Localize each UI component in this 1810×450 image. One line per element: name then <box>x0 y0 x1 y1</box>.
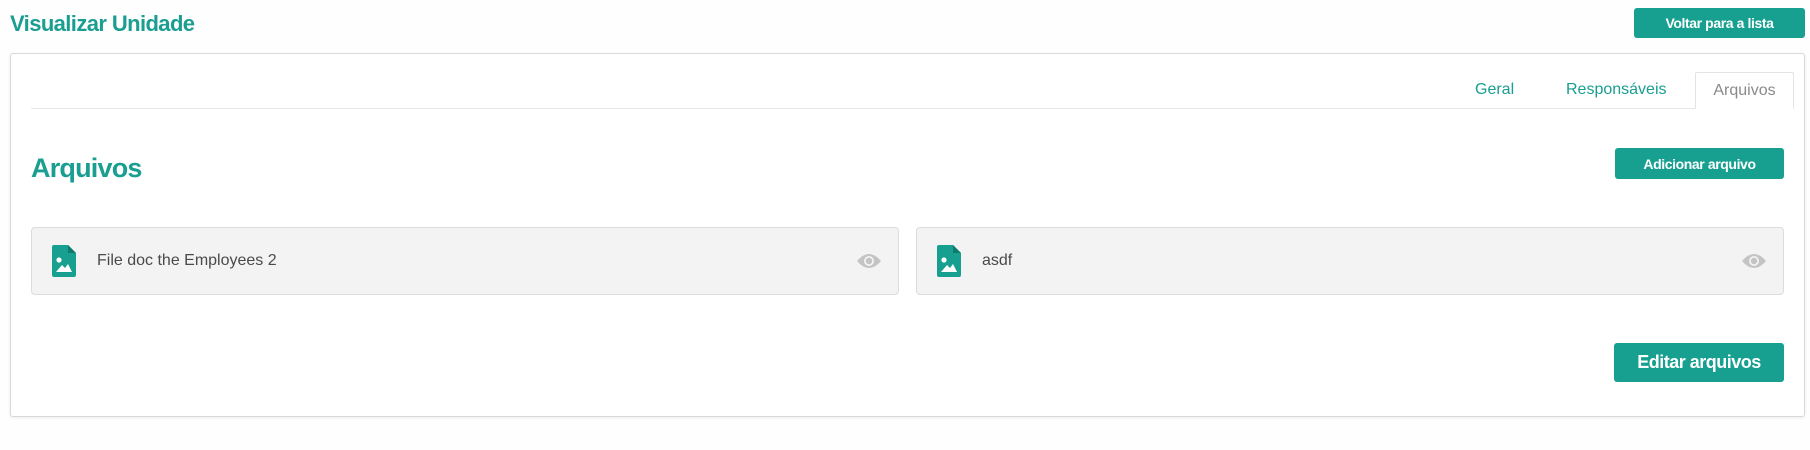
file-image-icon <box>52 245 76 277</box>
eye-icon[interactable] <box>1741 251 1767 271</box>
file-card[interactable]: File doc the Employees 2 <box>31 227 899 295</box>
edit-files-button[interactable]: Editar arquivos <box>1614 343 1784 382</box>
back-to-list-button[interactable]: Voltar para a lista <box>1634 8 1805 38</box>
page-title: Visualizar Unidade <box>10 11 195 36</box>
main-card: Geral Responsáveis Arquivos Arquivos Adi… <box>10 53 1805 417</box>
add-file-button[interactable]: Adicionar arquivo <box>1615 148 1784 179</box>
top-bar: Visualizar Unidade Voltar para a lista <box>0 0 1810 50</box>
tab-geral[interactable]: Geral <box>1457 72 1532 109</box>
tab-responsaveis[interactable]: Responsáveis <box>1548 72 1685 109</box>
tab-bar: Geral Responsáveis Arquivos <box>31 72 1794 109</box>
section-title: Arquivos <box>31 153 142 183</box>
file-name: asdf <box>982 252 1013 269</box>
file-card[interactable]: asdf <box>916 227 1784 295</box>
file-name: File doc the Employees 2 <box>97 252 277 269</box>
file-image-icon <box>937 245 961 277</box>
tab-arquivos[interactable]: Arquivos <box>1695 72 1794 109</box>
eye-icon[interactable] <box>856 251 882 271</box>
